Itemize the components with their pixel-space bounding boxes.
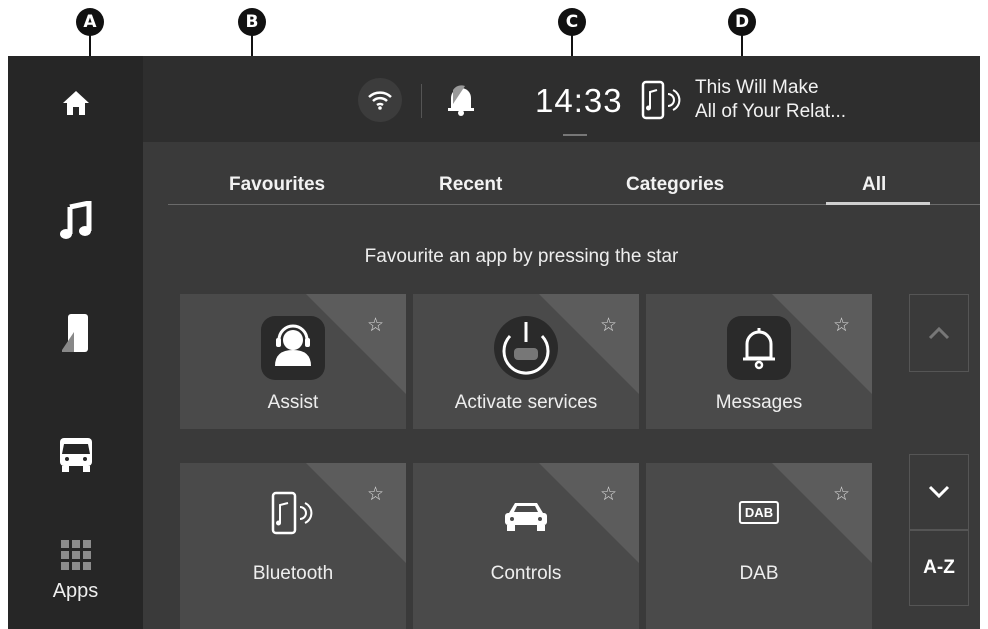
tile-corner [539,463,639,563]
tab-categories[interactable]: Categories [626,174,724,196]
dab-icon: DAB [738,501,780,524]
app-tile-activate-services[interactable]: ☆ Activate services [413,294,639,429]
car-icon [503,499,549,538]
van-icon [59,438,92,472]
tile-corner [306,463,406,563]
chevron-down-icon [928,485,950,499]
app-tile-controls[interactable]: ☆ Controls [413,463,639,629]
star-icon[interactable]: ☆ [833,314,850,337]
home-icon [62,91,89,115]
app-tile-messages[interactable]: ☆ Messages [646,294,872,429]
now-playing-line2: All of Your Relat... [695,101,847,122]
app-tile-dab[interactable]: ☆ DAB DAB [646,463,872,629]
az-button[interactable]: A-Z [909,530,969,606]
notification-bell-icon [448,85,474,116]
callout-c: C [558,8,586,36]
clock: 14:33 [535,82,623,119]
sidebar-item-music[interactable] [8,191,143,251]
status-bar: 14:33 This Will Make All of Your Relat..… [143,56,980,142]
assist-headset-icon [261,316,325,385]
callout-a: A [76,8,104,36]
bell-icon [727,316,791,385]
tab-recent[interactable]: Recent [439,174,502,196]
star-icon[interactable]: ☆ [833,483,850,506]
chevron-up-icon [928,326,950,340]
tab-all-indicator [826,202,930,205]
infotainment-screen: Apps 14:33 This Will Make All of Your Re… [8,56,980,629]
star-icon[interactable]: ☆ [600,483,617,506]
sidebar-item-apps[interactable]: Apps [8,526,143,616]
sidebar: Apps [8,56,143,629]
bluetooth-phone-audio-icon [269,491,317,540]
scroll-up-button[interactable] [909,294,969,372]
notification-button[interactable] [443,82,479,123]
now-playing-line1: This Will Make [695,77,819,98]
app-label: Activate services [454,392,598,413]
app-tile-bluetooth[interactable]: ☆ Bluetooth [180,463,406,629]
app-label: Controls [490,563,562,584]
star-icon[interactable]: ☆ [367,483,384,506]
app-label: Bluetooth [252,563,334,584]
wifi-icon [368,91,392,110]
phone-icon [61,314,88,352]
tab-favourites[interactable]: Favourites [229,174,325,196]
tile-corner [772,463,872,563]
bluetooth-phone-audio-icon [641,80,681,120]
power-car-icon [492,314,560,387]
music-note-icon [59,201,91,239]
sidebar-item-phone[interactable] [8,304,143,364]
app-tile-assist[interactable]: ☆ Assist [180,294,406,429]
clock-underline [563,134,587,136]
app-label: DAB [739,563,779,584]
favourite-hint: Favourite an app by pressing the star [364,246,679,267]
sidebar-item-vehicle[interactable] [8,424,143,484]
tab-all[interactable]: All [862,174,886,196]
sidebar-item-home[interactable] [8,78,143,128]
app-label: Assist [267,392,319,413]
wifi-button[interactable] [358,78,402,122]
callout-b: B [238,8,266,36]
now-playing-title[interactable]: This Will Make All of Your Relat... [695,76,846,124]
scroll-down-button[interactable] [909,454,969,530]
grid-icon [60,539,91,570]
now-playing-source [641,80,683,125]
callout-d: D [728,8,756,36]
sidebar-item-apps-label: Apps [52,579,99,602]
star-icon[interactable]: ☆ [600,314,617,337]
star-icon[interactable]: ☆ [367,314,384,337]
app-label: Messages [715,392,803,413]
status-divider [421,84,422,118]
